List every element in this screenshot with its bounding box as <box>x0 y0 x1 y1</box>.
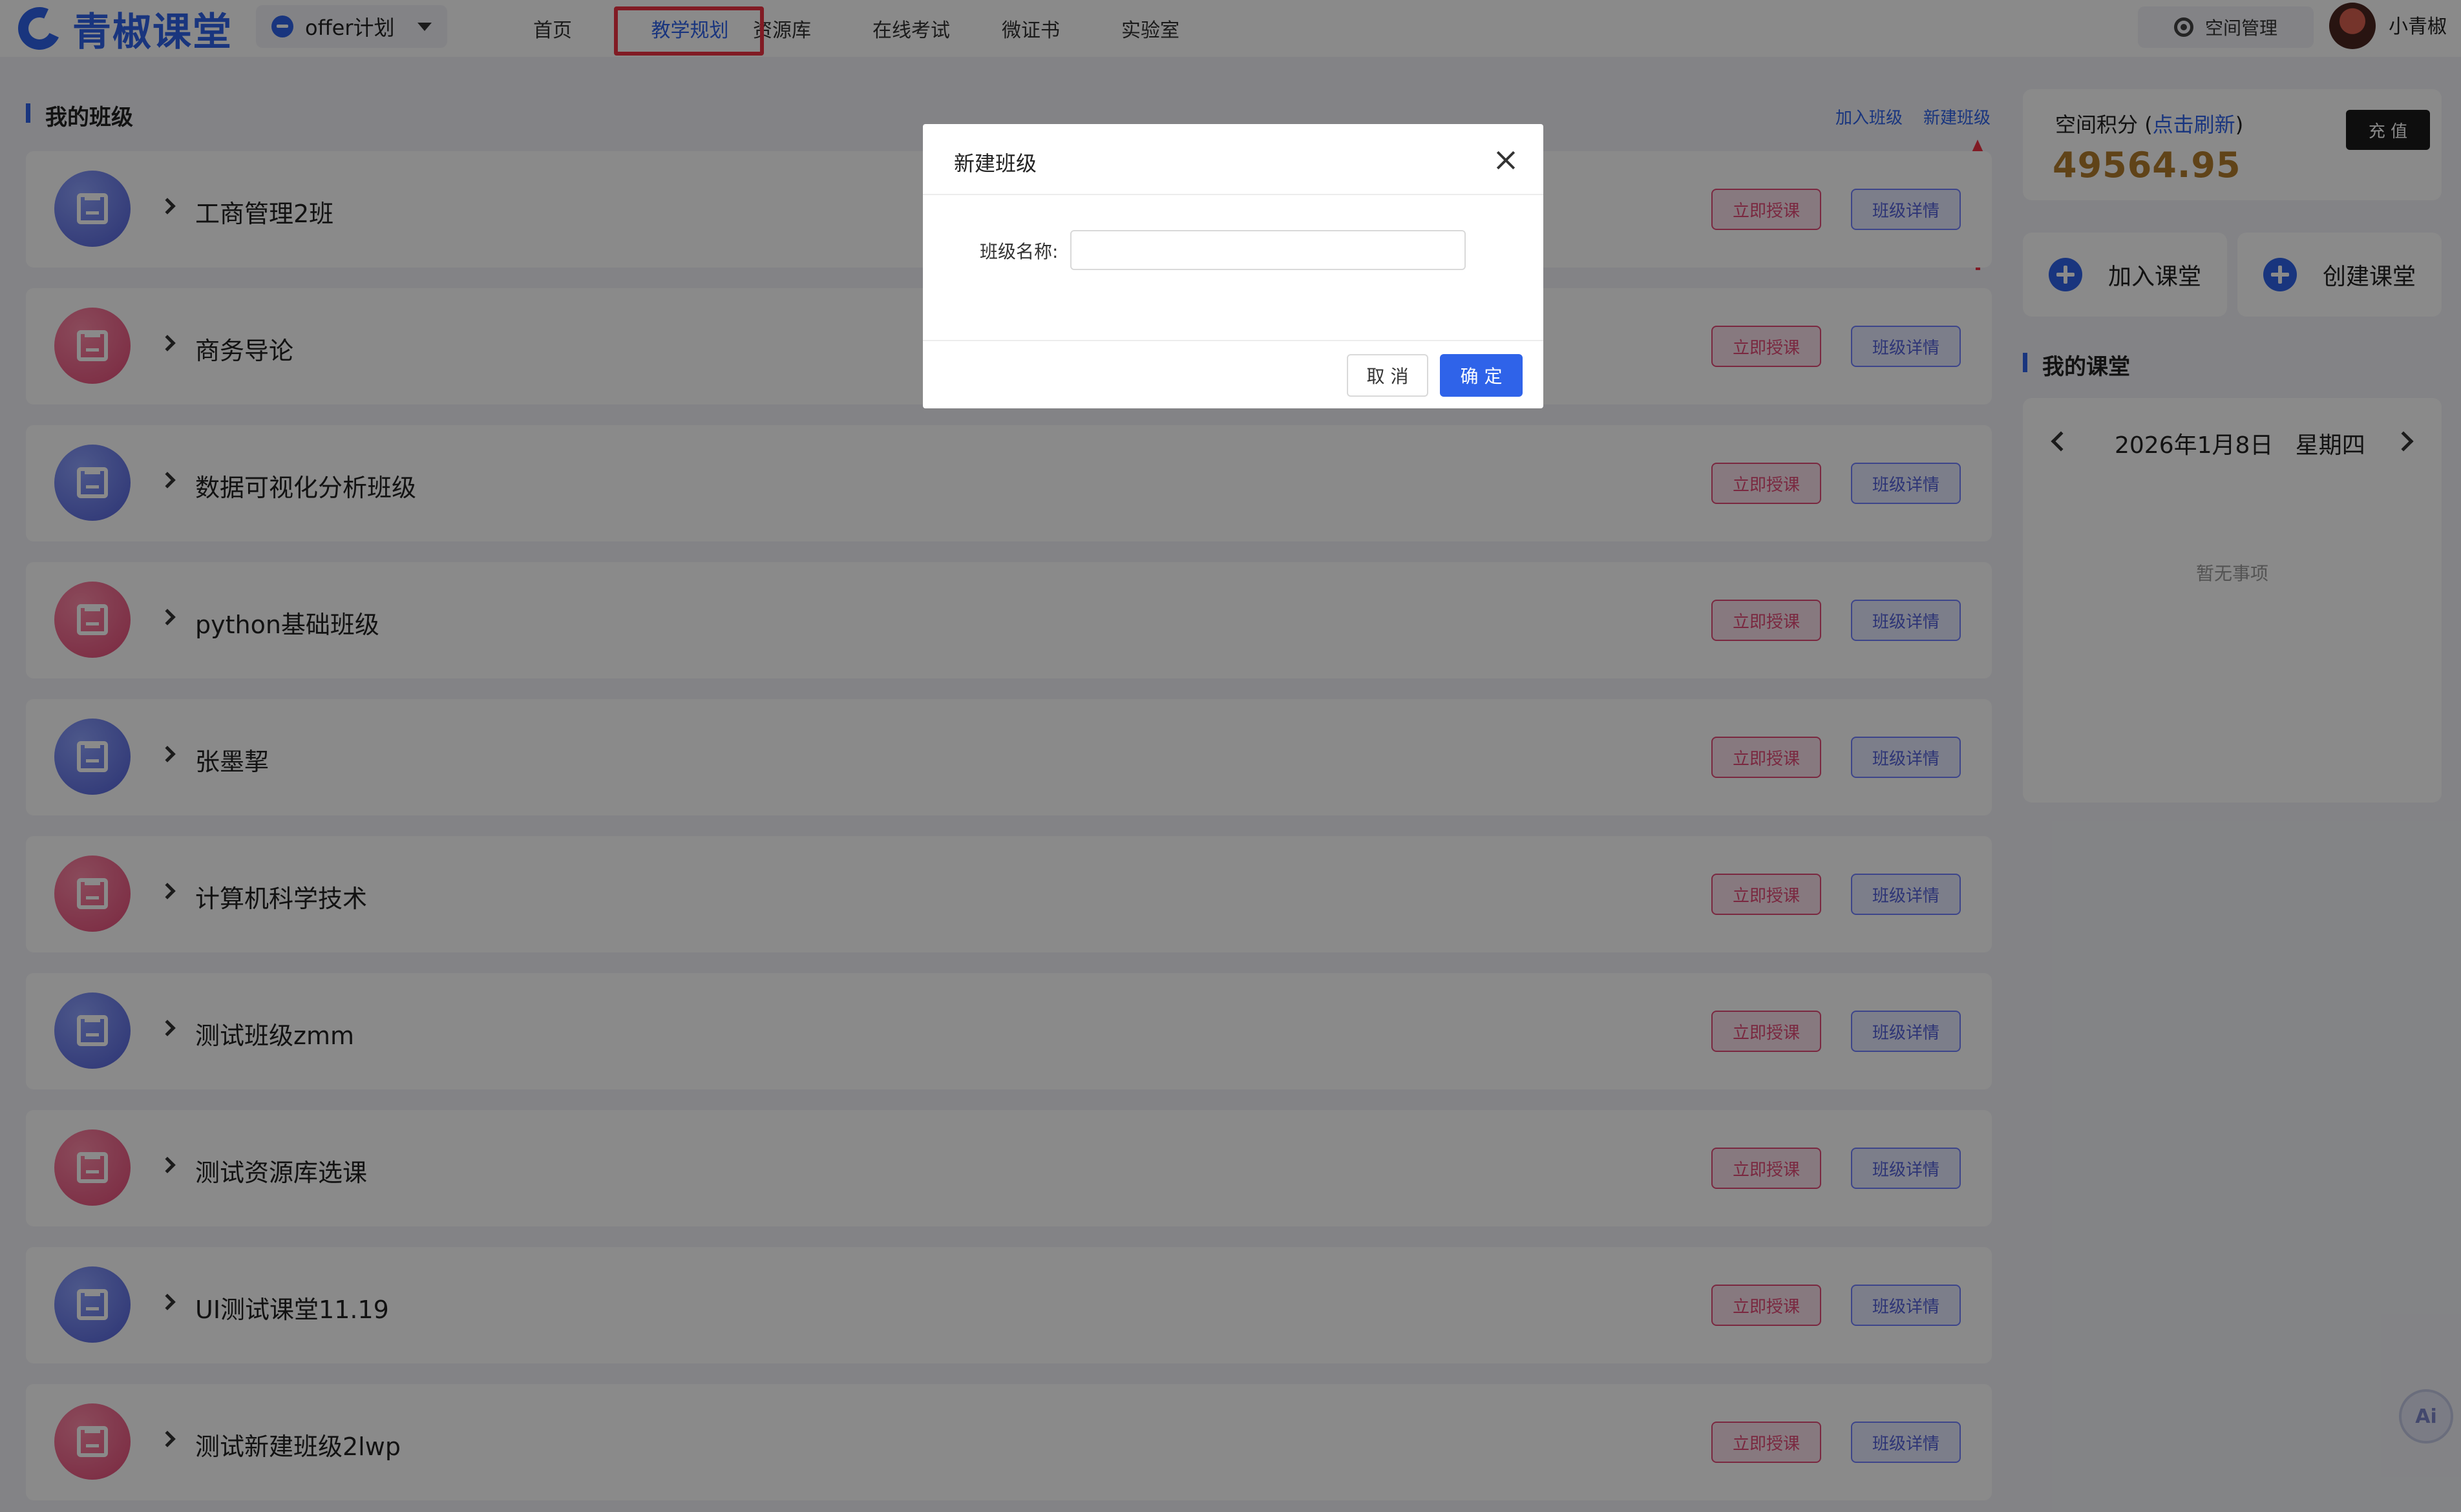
app-root: 青椒课堂 offer计划 首页 教学规划 资源库 在线考试 微证书 实验室 空间… <box>0 0 2461 1512</box>
modal-footer: 取 消 确 定 <box>923 340 1543 408</box>
class-name-label: 班级名称: <box>980 241 1059 262</box>
confirm-button[interactable]: 确 定 <box>1440 354 1523 397</box>
class-name-input[interactable] <box>1070 230 1466 270</box>
close-icon[interactable] <box>1494 149 1517 172</box>
modal-title: 新建班级 <box>954 151 1037 176</box>
create-class-modal: 新建班级 班级名称: 取 消 确 定 <box>923 124 1543 408</box>
modal-header: 新建班级 <box>923 124 1543 195</box>
cancel-button[interactable]: 取 消 <box>1347 354 1428 397</box>
